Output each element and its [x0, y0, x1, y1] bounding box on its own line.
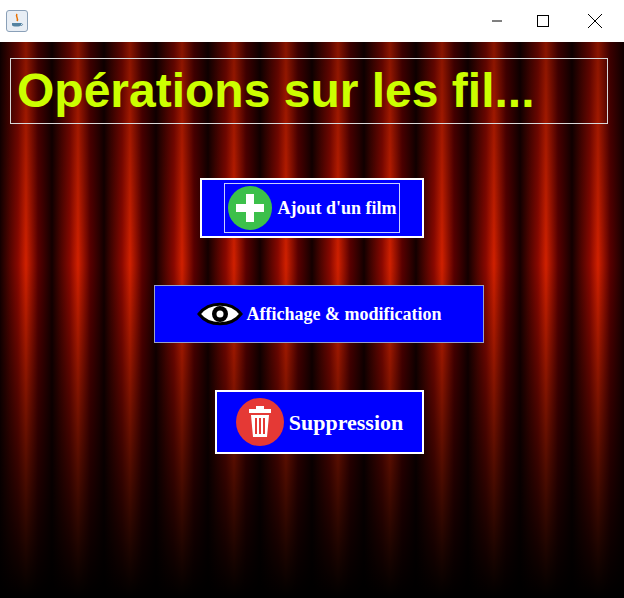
- maximize-icon[interactable]: [520, 0, 566, 42]
- menu-button[interactable]: Ajout d'un film: [200, 178, 424, 238]
- button-label: Ajout d'un film: [277, 195, 396, 222]
- button-face: Ajout d'un film: [224, 183, 399, 233]
- button-label: Suppression: [289, 406, 404, 439]
- button-face: Suppression: [232, 395, 407, 449]
- trash-icon: [235, 397, 285, 447]
- button-label: Affichage & modification: [247, 301, 442, 328]
- menu-button[interactable]: Suppression: [215, 390, 424, 454]
- button-face: Affichage & modification: [194, 297, 445, 331]
- minimize-icon[interactable]: [474, 0, 520, 42]
- close-icon[interactable]: [566, 0, 624, 42]
- menu-button[interactable]: Affichage & modification: [154, 285, 484, 343]
- title-bar: [0, 0, 624, 42]
- heading: Opérations sur les fil...: [17, 63, 534, 119]
- eye-icon: [197, 299, 243, 329]
- java-icon: [6, 10, 28, 32]
- plus-icon: [227, 185, 273, 231]
- content-pane: Opérations sur les fil... Ajout d'un film…: [0, 42, 624, 598]
- heading-box: Opérations sur les fil...: [10, 58, 608, 124]
